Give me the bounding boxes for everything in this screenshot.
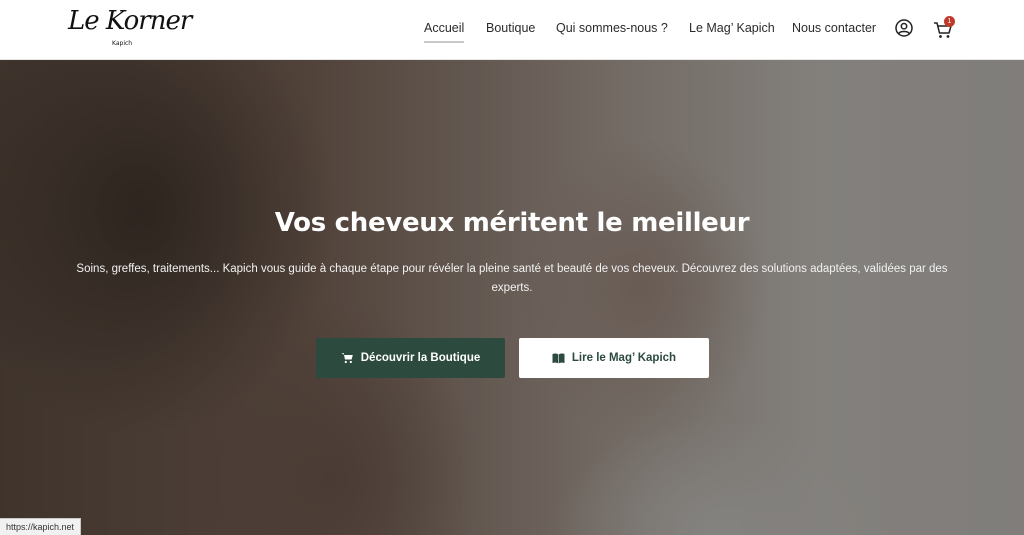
hero-section: Vos cheveux méritent le meilleur Soins, … — [0, 60, 1024, 535]
nav-item-le-mag-kapich[interactable]: Le Mag’ Kapich — [689, 21, 775, 35]
user-circle-icon[interactable] — [895, 19, 913, 37]
nav-item-boutique[interactable]: Boutique — [486, 21, 535, 35]
logo-text: Le Korner — [68, 6, 192, 36]
logo-subtext: Kapich — [112, 40, 133, 47]
site-header: Le Korner Kapich Accueil Boutique Qui so… — [0, 0, 1024, 60]
nav-item-nous-contacter[interactable]: Nous contacter — [792, 21, 876, 35]
nav-item-qui-sommes-nous[interactable]: Qui sommes-nous ? — [556, 21, 668, 35]
status-bar-url: https://kapich.net — [0, 518, 82, 535]
hero-title: Vos cheveux méritent le meilleur — [274, 208, 750, 238]
book-icon — [552, 353, 565, 363]
cart-icon — [341, 353, 353, 364]
read-mag-label: Lire le Mag’ Kapich — [571, 352, 677, 364]
hero-description: Soins, greffes, traitements... Kapich vo… — [76, 263, 948, 294]
site-logo[interactable]: Le Korner Kapich — [68, 4, 192, 54]
cart-count-badge: 1 — [944, 16, 955, 27]
discover-shop-button[interactable]: Découvrir la Boutique — [316, 338, 505, 378]
discover-shop-label: Découvrir la Boutique — [360, 352, 481, 364]
nav-item-accueil[interactable]: Accueil — [424, 21, 465, 43]
read-mag-button[interactable]: Lire le Mag’ Kapich — [519, 338, 709, 378]
